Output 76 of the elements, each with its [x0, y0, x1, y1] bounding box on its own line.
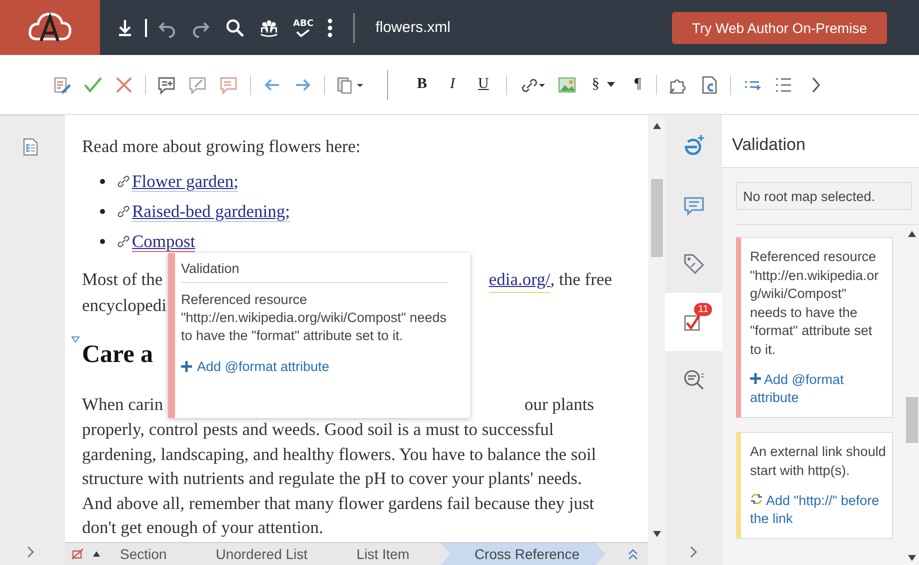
section-heading: Care a: [82, 340, 154, 370]
cross-reference-link[interactable]: Flower garden;: [132, 170, 238, 192]
quick-fix-link[interactable]: Add "http://" before the link: [750, 492, 886, 528]
replace-icon: [750, 493, 763, 505]
check-icon[interactable]: [83, 74, 103, 94]
add-comment-icon[interactable]: [157, 74, 177, 94]
paragraph-line: don't get enough of your attention.: [82, 516, 324, 539]
image-icon[interactable]: [556, 74, 577, 94]
bullet-icon: [100, 208, 105, 214]
paragraph: Read more about growing flowers here:: [82, 135, 362, 158]
format-button[interactable]: I: [444, 76, 462, 93]
side-tab[interactable]: 11: [665, 293, 722, 351]
scroll-up-icon[interactable]: [908, 231, 916, 237]
paragraph-fragment: When carin: [82, 393, 164, 416]
cross-reference-link[interactable]: Compost: [132, 230, 196, 252]
close-icon[interactable]: [114, 74, 134, 94]
popup-message: Referenced resource "http://en.wikipedia.org/wiki/Compost" needs to have the "format" attribute set to it.: [181, 291, 448, 345]
expand-icon[interactable]: [26, 545, 36, 559]
scrollbar[interactable]: [648, 115, 665, 565]
error-count-badge: 11: [694, 303, 712, 316]
section-button[interactable]: §: [588, 76, 620, 93]
message-text: An external link should start with http(s).: [750, 443, 886, 480]
scroll-thumb[interactable]: [906, 397, 918, 443]
chevron-right-icon[interactable]: [810, 74, 822, 94]
tag-icon: [682, 252, 706, 276]
paragraph-fragment: Most of the: [82, 268, 163, 291]
breadcrumb-item[interactable]: Cross Reference: [440, 543, 606, 565]
quick-fix-link[interactable]: Add @format attribute: [750, 371, 886, 407]
edit-comment-icon[interactable]: [188, 74, 208, 94]
paragraph-fragment: encyclopedi: [82, 294, 167, 317]
try-on-premise-button[interactable]: Try Web Author On-Premise: [672, 12, 887, 44]
popup-title: Validation: [181, 261, 448, 283]
scroll-down-icon[interactable]: [652, 531, 660, 537]
scroll-down-icon[interactable]: [908, 555, 916, 561]
expand-icon[interactable]: [689, 545, 699, 559]
format-button[interactable]: B: [411, 76, 434, 93]
panel-title: Validation: [722, 115, 919, 168]
caret-down-icon: [607, 82, 616, 87]
paragraph-line: gardening, landscaping, and healthy flowers. You have to balance the soil: [82, 442, 598, 466]
plus-icon: [181, 361, 192, 372]
search-text-icon: [682, 368, 706, 392]
paragraph-line: structure with nutrients and regulate the pH to cover your plants' needs.: [82, 467, 583, 490]
link[interactable]: edia.org/: [488, 267, 550, 293]
bullet-icon: [100, 238, 105, 244]
more-icon[interactable]: [327, 18, 334, 38]
paste-icon[interactable]: [336, 74, 364, 94]
link-icon: [117, 174, 130, 188]
message-text: Referenced resource "http://en.wikipedia.org/wiki/Compost" needs to have the "format" attribute set to it.: [750, 248, 880, 358]
paragraph-line: properly, control pests and weeds. Good soil is a must to successful: [82, 418, 555, 441]
outline-icon[interactable]: [22, 138, 38, 156]
app-logo[interactable]: [0, 0, 100, 55]
plus-icon: [750, 373, 761, 384]
checkmark-icon: [296, 28, 310, 36]
track-changes-icon[interactable]: [52, 74, 72, 94]
spellcheck-button[interactable]: ABC: [293, 18, 314, 36]
format-button[interactable]: U: [472, 76, 495, 93]
paragraph-fragment: , the free: [550, 268, 612, 291]
pilcrow-button[interactable]: ¶: [630, 76, 646, 93]
tags-off-icon[interactable]: [71, 548, 85, 560]
search-icon[interactable]: [225, 18, 245, 38]
people-icon[interactable]: [259, 18, 279, 38]
collapse-icon[interactable]: [71, 336, 80, 343]
file-name: flowers.xml: [375, 19, 450, 36]
caret-up-icon[interactable]: [93, 551, 100, 557]
cross-reference-link[interactable]: Raised-bed gardening;: [132, 200, 290, 222]
paragraph-fragment: our plants: [524, 393, 594, 416]
scroll-up-icon[interactable]: [652, 123, 660, 129]
bullet-icon: [100, 178, 105, 184]
link-icon: [117, 204, 130, 218]
root-map-field[interactable]: No root map selected.: [736, 182, 912, 210]
scroll-thumb[interactable]: [650, 179, 662, 257]
paragraph-line: And above all, remember that many flower gardens fail because they just: [82, 492, 596, 515]
comment-icon: [682, 194, 706, 218]
double-chevron-up-icon[interactable]: [626, 548, 640, 560]
add-attribute-link[interactable]: Add @format attribute: [181, 359, 448, 374]
link-icon: [117, 234, 130, 248]
